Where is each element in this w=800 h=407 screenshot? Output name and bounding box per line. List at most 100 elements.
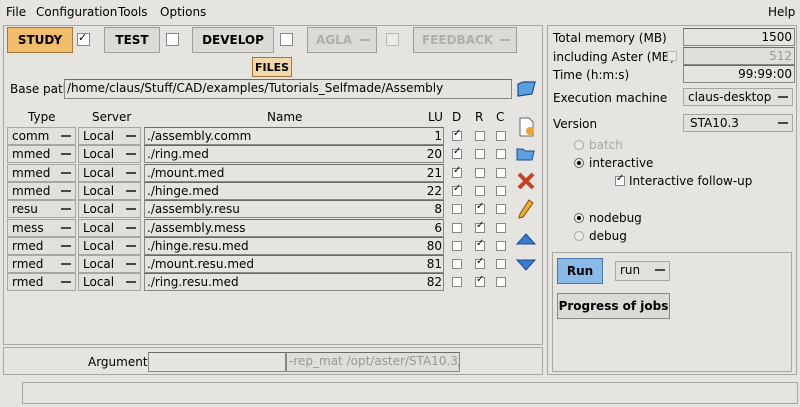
file-type-value: rmed (12, 257, 44, 272)
file-server-select[interactable]: Local (78, 163, 141, 182)
time-input[interactable]: 99:99:00 (683, 65, 795, 83)
batch-label: batch (589, 138, 623, 152)
feedback-label: FEEDBACK (422, 33, 494, 47)
file-type-select[interactable]: resu (7, 200, 76, 219)
version-select[interactable]: STA10.3 (683, 114, 793, 132)
file-type-select[interactable]: mmed (7, 145, 76, 164)
file-name-input[interactable]: ./assembly.resu (144, 200, 444, 219)
file-type-select[interactable]: rmed (7, 255, 76, 274)
total-memory-input[interactable]: 1500 (683, 28, 795, 46)
test-checkbox[interactable] (166, 33, 179, 46)
run-button[interactable]: Run (557, 258, 603, 284)
file-r-checkbox[interactable] (475, 149, 485, 160)
file-d-checkbox[interactable] (452, 128, 462, 141)
file-d-checkbox[interactable] (452, 222, 462, 233)
file-c-checkbox[interactable] (496, 222, 506, 233)
file-d-checkbox[interactable] (452, 183, 462, 196)
menu-help[interactable]: Help (768, 5, 795, 19)
develop-mode-button[interactable]: DEVELOP (192, 27, 274, 53)
file-r-checkbox[interactable] (475, 185, 485, 196)
test-mode-button[interactable]: TEST (104, 27, 160, 53)
execution-machine-select[interactable]: claus-desktop (683, 88, 793, 106)
file-d-checkbox[interactable] (452, 165, 462, 178)
files-tab[interactable]: FILES (252, 57, 292, 77)
agla-label: AGLA (316, 33, 353, 47)
menu-configuration[interactable]: Configuration (36, 5, 117, 19)
file-name-input[interactable]: ./ring.resu.med (144, 273, 444, 292)
delete-icon[interactable] (515, 170, 537, 192)
file-server-select[interactable]: Local (78, 218, 141, 237)
file-server-select[interactable]: Local (78, 127, 141, 145)
file-server-select[interactable]: Local (78, 236, 141, 255)
new-file-icon[interactable] (515, 116, 537, 138)
base-path-input[interactable]: /home/claus/Stuff/CAD/examples/Tutorials… (64, 79, 512, 99)
chevron-down-icon (61, 189, 71, 192)
file-name-input[interactable]: ./mount.resu.med (144, 255, 444, 274)
run-mode-select[interactable]: run (615, 261, 670, 281)
arguments-extra: -rep_mat /opt/aster/STA10.3/mat (286, 352, 460, 372)
menu-file[interactable]: File (6, 5, 26, 19)
file-c-checkbox[interactable] (496, 277, 506, 288)
file-type-select[interactable]: rmed (7, 273, 76, 292)
chevron-down-icon (126, 171, 136, 174)
open-folder-icon[interactable] (515, 142, 537, 164)
file-server-select[interactable]: Local (78, 181, 141, 200)
move-down-icon[interactable] (515, 254, 537, 276)
file-type-select[interactable]: comm (7, 127, 76, 145)
file-type-select[interactable]: mess (7, 218, 76, 237)
file-c-checkbox[interactable] (496, 167, 506, 178)
aster-memory-checkbox[interactable] (667, 51, 677, 61)
file-server-select[interactable]: Local (78, 200, 141, 219)
file-server-select[interactable]: Local (78, 273, 141, 292)
file-d-checkbox[interactable] (452, 146, 462, 160)
file-name-input[interactable]: ./hinge.med (144, 181, 444, 200)
file-r-checkbox[interactable] (475, 256, 485, 270)
file-server-select[interactable]: Local (78, 145, 141, 164)
arguments-input[interactable] (148, 352, 286, 372)
follow-up-checkbox[interactable] (615, 173, 625, 186)
file-name-input[interactable]: ./mount.med (144, 163, 444, 182)
folder-browse-icon[interactable] (515, 78, 537, 100)
chevron-down-icon (61, 263, 71, 266)
file-c-checkbox[interactable] (496, 131, 506, 141)
move-up-icon[interactable] (515, 228, 537, 250)
interactive-radio[interactable] (574, 158, 584, 168)
file-d-checkbox[interactable] (452, 277, 462, 288)
file-c-checkbox[interactable] (496, 149, 506, 160)
progress-of-jobs-button[interactable]: Progress of jobs (557, 293, 670, 319)
file-r-checkbox[interactable] (475, 167, 485, 178)
file-c-checkbox[interactable] (496, 185, 506, 196)
file-name-input[interactable]: ./ring.med (144, 145, 444, 164)
file-d-checkbox[interactable] (452, 204, 462, 215)
file-type-select[interactable]: rmed (7, 236, 76, 255)
study-checkbox[interactable] (77, 31, 90, 46)
debug-radio[interactable] (574, 231, 584, 241)
file-name-input[interactable]: ./hinge.resu.med (144, 236, 444, 255)
file-type-select[interactable]: mmed (7, 181, 76, 200)
chevron-down-icon (778, 122, 788, 124)
file-name-input[interactable]: ./assembly.comm (144, 127, 444, 145)
study-mode-button[interactable]: STUDY (7, 27, 73, 53)
file-d-checkbox[interactable] (452, 240, 462, 251)
file-c-checkbox[interactable] (496, 240, 506, 251)
file-server-select[interactable]: Local (78, 255, 141, 274)
develop-checkbox[interactable] (280, 33, 293, 46)
file-d-checkbox[interactable] (452, 259, 462, 270)
edit-pencil-icon[interactable] (515, 198, 537, 220)
menu-options[interactable]: Options (160, 5, 206, 19)
file-c-checkbox[interactable] (496, 204, 506, 215)
nodebug-radio[interactable] (574, 213, 584, 223)
file-r-checkbox[interactable] (475, 274, 485, 288)
file-type-select[interactable]: mmed (7, 163, 76, 182)
file-r-checkbox[interactable] (475, 201, 485, 215)
header-r: R (475, 110, 484, 124)
chevron-down-icon (126, 263, 136, 266)
file-r-checkbox[interactable] (475, 238, 485, 251)
file-c-checkbox[interactable] (496, 259, 506, 270)
menu-tools[interactable]: Tools (118, 5, 148, 19)
chevron-down-icon (61, 244, 71, 247)
file-r-checkbox[interactable] (475, 220, 485, 233)
file-name-input[interactable]: ./assembly.mess (144, 218, 444, 237)
time-label: Time (h:m:s) (553, 68, 630, 82)
file-r-checkbox[interactable] (475, 131, 485, 141)
